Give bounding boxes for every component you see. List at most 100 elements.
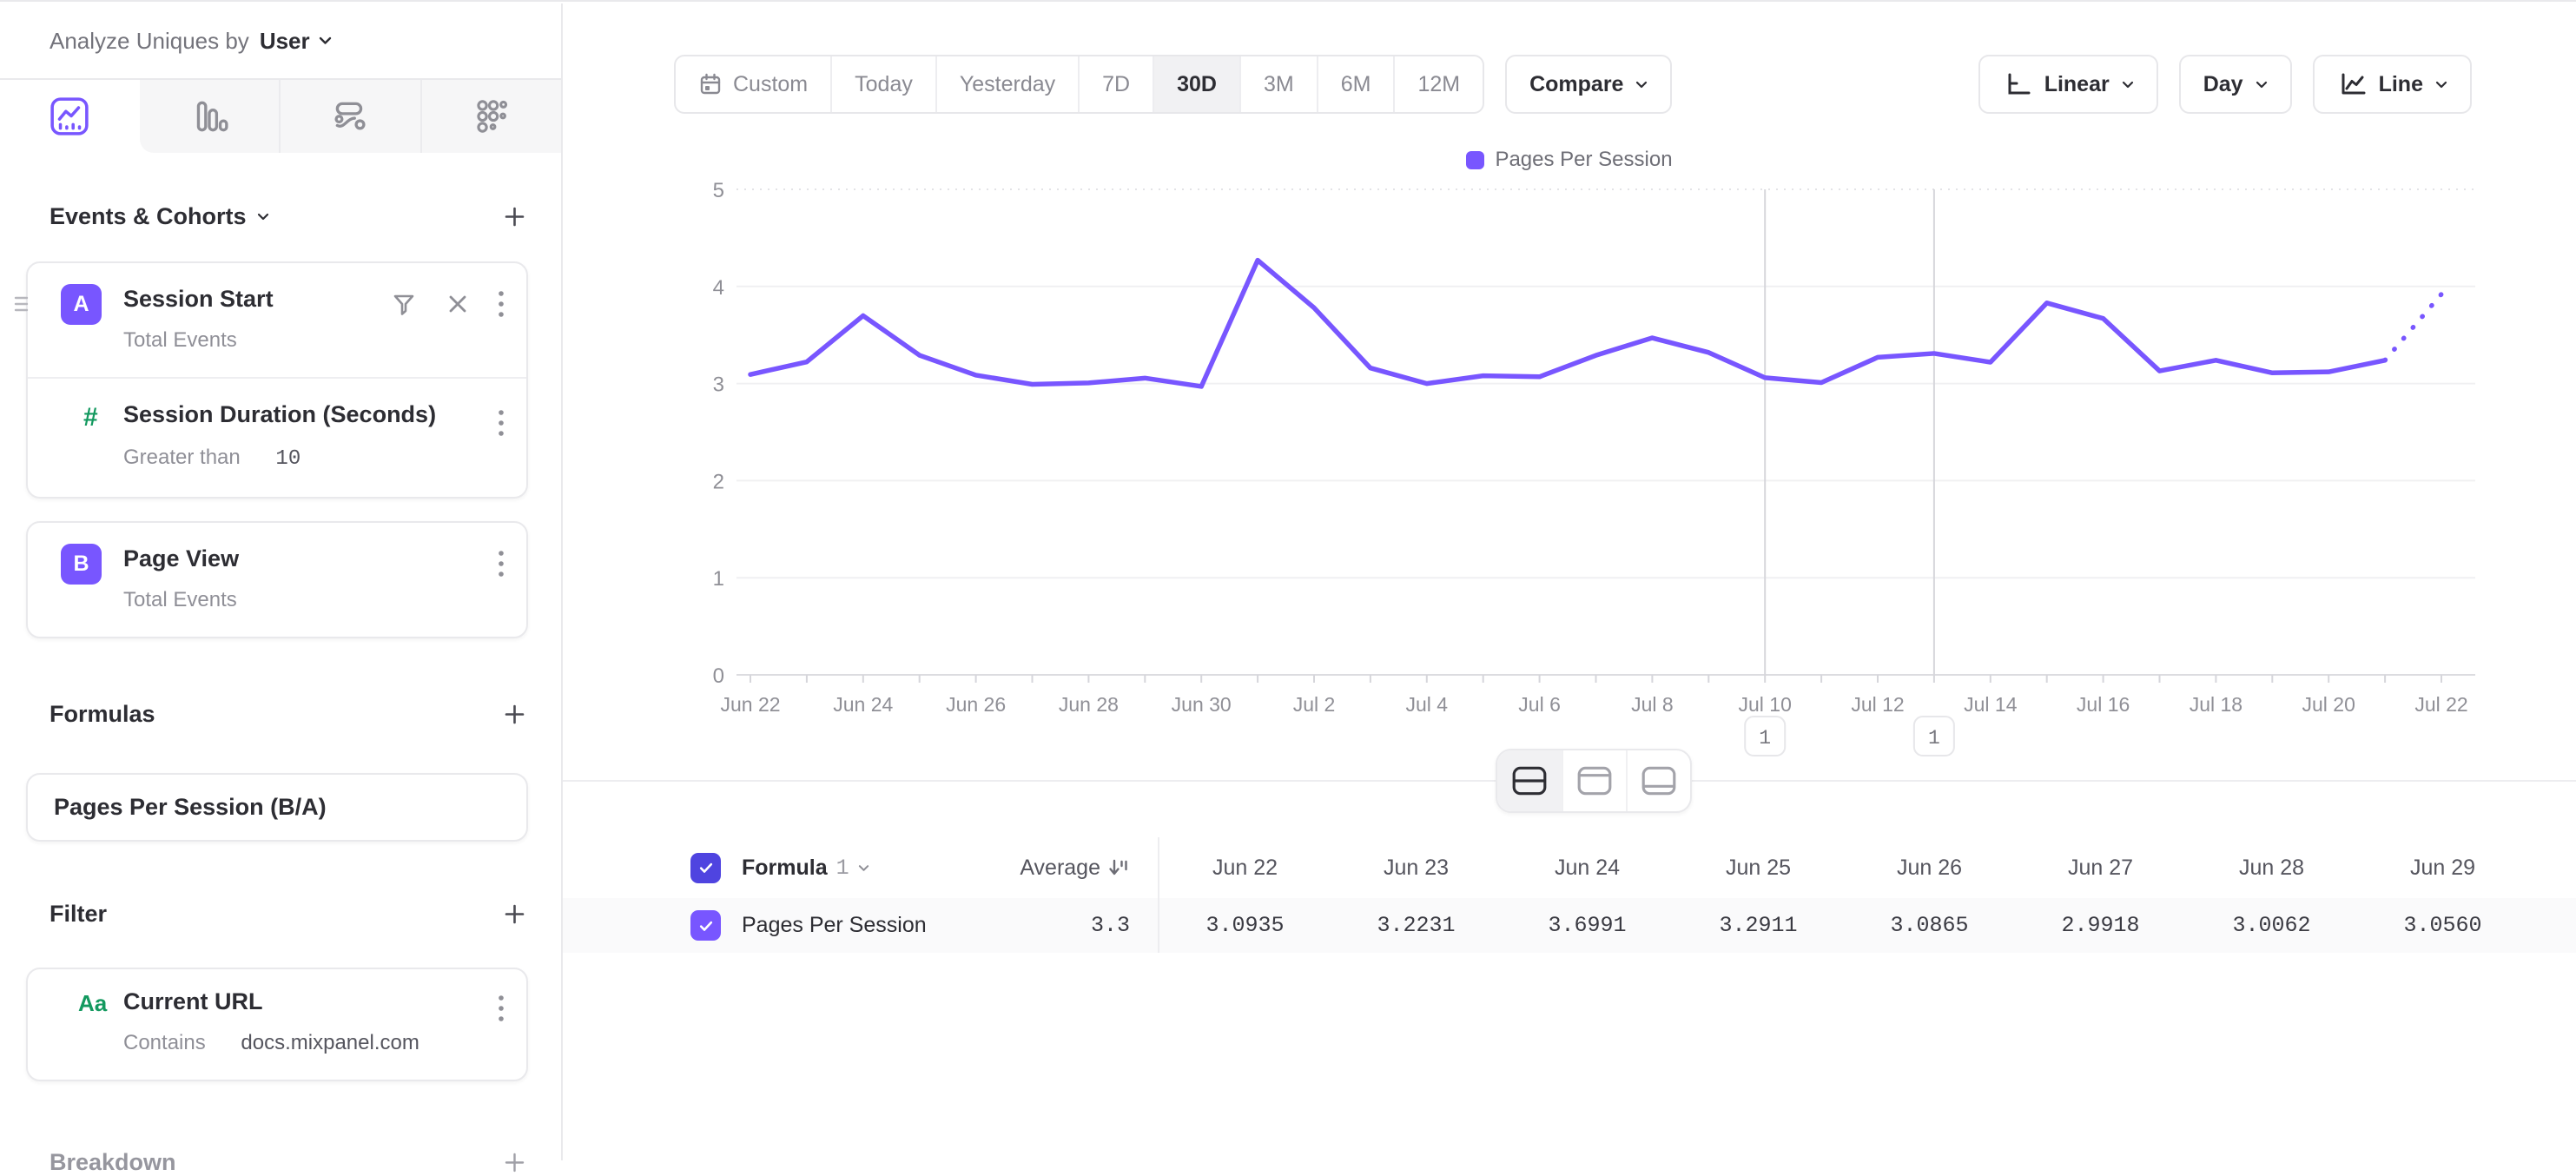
date-column-header[interactable]: Jun 26 [1844, 856, 2015, 881]
range-7d[interactable]: 7D [1078, 56, 1153, 112]
svg-text:Jul 18: Jul 18 [2190, 693, 2242, 716]
chart-type-dropdown[interactable]: Line [2313, 55, 2472, 114]
breakdown-section-title: Breakdown [50, 1149, 176, 1176]
query-builder-sidebar: Analyze Uniques by User [0, 3, 563, 1160]
analyze-entity-dropdown[interactable]: User [260, 28, 310, 55]
range-30d[interactable]: 30D [1153, 56, 1239, 112]
value-cell: 3.0062 [2186, 913, 2357, 938]
condition-operator[interactable]: Greater than [123, 446, 241, 469]
row-checkbox[interactable] [690, 910, 721, 941]
retention-grid-icon [472, 96, 512, 136]
add-filter-button[interactable] [503, 902, 526, 926]
date-column-header[interactable]: Jun 24 [1502, 856, 1673, 881]
chevron-down-icon [2435, 81, 2447, 89]
range-3m[interactable]: 3M [1239, 56, 1317, 112]
filter-property-title[interactable]: Current URL [123, 988, 500, 1015]
filter-operator[interactable]: Contains [123, 1031, 206, 1054]
event-badge: A [61, 284, 102, 325]
layout-chart-only-button[interactable] [1562, 750, 1626, 811]
range-yesterday[interactable]: Yesterday [935, 56, 1078, 112]
add-event-button[interactable] [503, 205, 526, 228]
event-badge: B [61, 544, 102, 585]
svg-text:Jul 8: Jul 8 [1631, 693, 1674, 716]
tab-retention[interactable] [420, 80, 562, 153]
table-header-row: Formula 1 Average Jun 22Jun 23Jun 24Jun … [563, 837, 2576, 898]
tab-insights-line[interactable] [0, 80, 140, 153]
svg-text:3: 3 [713, 373, 724, 397]
svg-text:1: 1 [1928, 727, 1940, 750]
chevron-down-icon [2256, 81, 2268, 89]
svg-text:Jul 4: Jul 4 [1406, 693, 1449, 716]
kebab-menu-icon[interactable] [497, 289, 505, 319]
range-custom[interactable]: Custom [676, 56, 830, 112]
add-formula-button[interactable] [503, 703, 526, 726]
event-card-session-start[interactable]: A Session Start Total Events [26, 261, 528, 499]
svg-text:Jul 16: Jul 16 [2077, 693, 2130, 716]
tab-flow[interactable] [279, 80, 420, 153]
chevron-down-icon [858, 864, 869, 872]
formula-column-header[interactable]: Formula 1 [742, 856, 869, 881]
drag-handle-icon[interactable] [14, 294, 30, 314]
average-column-header[interactable]: Average [1020, 856, 1130, 881]
compare-button[interactable]: Compare [1505, 55, 1672, 114]
svg-text:1: 1 [1759, 727, 1771, 750]
event-card-page-view[interactable]: B Page View Total Events [26, 521, 528, 638]
analyze-label: Analyze Uniques by [50, 28, 249, 55]
close-icon[interactable] [445, 291, 471, 317]
interval-dropdown[interactable]: Day [2179, 55, 2292, 114]
value-cell: 3.0560 [2357, 913, 2528, 938]
date-column-header[interactable]: Jun 28 [2186, 856, 2357, 881]
svg-text:1: 1 [713, 567, 724, 591]
date-column-header[interactable]: Jun 22 [1159, 856, 1331, 881]
bar-chart-icon [189, 96, 229, 136]
kebab-menu-icon[interactable] [497, 549, 505, 578]
tab-bar-chart[interactable] [140, 80, 280, 153]
insights-report: Analyze Uniques by User [0, 0, 2576, 1159]
add-breakdown-button[interactable] [503, 1151, 526, 1174]
events-section-title[interactable]: Events & Cohorts [50, 203, 269, 230]
analyze-header: Analyze Uniques by User [0, 3, 561, 80]
average-value-cell: 3.3 [1091, 913, 1130, 938]
y-scale-dropdown[interactable]: Linear [1978, 55, 2158, 114]
event-measure[interactable]: Total Events [101, 313, 500, 360]
layout-toggle [1496, 749, 1692, 813]
event-title[interactable]: Page View [101, 545, 500, 572]
kebab-menu-icon[interactable] [497, 408, 505, 438]
date-column-header[interactable]: Jun 23 [1331, 856, 1502, 881]
sort-descending-icon [1107, 856, 1130, 879]
chevron-down-icon[interactable] [319, 36, 332, 45]
filter-funnel-icon[interactable] [389, 289, 419, 319]
svg-text:Jul 22: Jul 22 [2414, 693, 2467, 716]
series-name-cell[interactable]: Pages Per Session [742, 913, 927, 938]
value-cell: 3.2231 [1331, 913, 1502, 938]
formula-card[interactable]: Pages Per Session (B/A) [26, 773, 528, 842]
layout-table-only-button[interactable] [1626, 750, 1690, 811]
string-property-icon: Aa [78, 990, 107, 1017]
property-title[interactable]: Session Duration (Seconds) [123, 401, 500, 428]
event-measure[interactable]: Total Events [101, 572, 500, 619]
condition-value[interactable]: 10 [275, 447, 301, 471]
filter-card-current-url[interactable]: Aa Current URL Contains docs.mixpanel.co… [26, 968, 528, 1081]
line-chart[interactable]: 01234511Jun 22Jun 24Jun 26Jun 28Jun 30Ju… [563, 132, 2576, 775]
value-cell: 3.0865 [1844, 913, 2015, 938]
line-chart-mini-icon [2337, 70, 2367, 98]
range-today[interactable]: Today [830, 56, 935, 112]
layout-split-button[interactable] [1497, 750, 1562, 811]
value-cell: 3.2911 [1673, 913, 1844, 938]
formulas-section-title: Formulas [50, 701, 155, 728]
date-column-header[interactable]: Jun 29 [2357, 856, 2528, 881]
select-all-checkbox[interactable] [690, 853, 721, 883]
date-column-header[interactable]: Jun 25 [1673, 856, 1844, 881]
svg-text:Jul 20: Jul 20 [2302, 693, 2355, 716]
date-column-header[interactable]: Jun 27 [2015, 856, 2186, 881]
svg-text:5: 5 [713, 179, 724, 202]
numeric-property-icon: # [83, 403, 98, 433]
kebab-menu-icon[interactable] [497, 994, 505, 1023]
svg-text:4: 4 [713, 276, 724, 300]
range-12m[interactable]: 12M [1393, 56, 1483, 112]
value-cell: 3.0935 [1159, 913, 1331, 938]
filter-value[interactable]: docs.mixpanel.com [241, 1031, 419, 1054]
svg-text:Jul 10: Jul 10 [1739, 693, 1792, 716]
formula-title[interactable]: Pages Per Session (B/A) [54, 794, 500, 821]
range-6m[interactable]: 6M [1317, 56, 1394, 112]
